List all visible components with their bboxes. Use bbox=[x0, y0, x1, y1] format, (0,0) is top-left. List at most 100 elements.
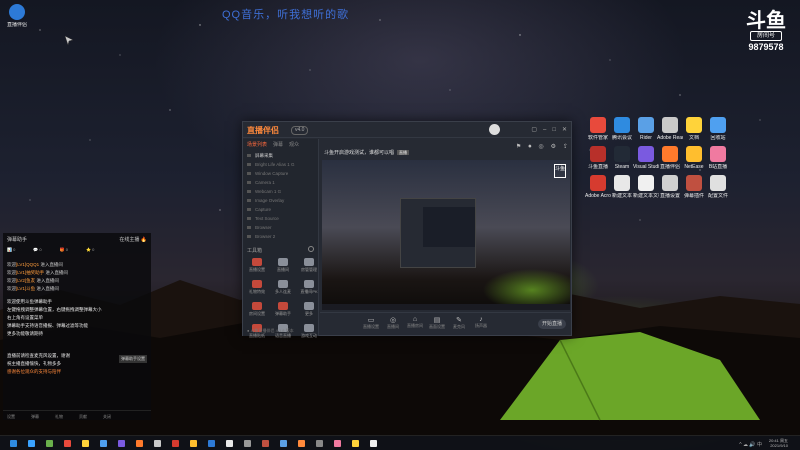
toolbox-settings-icon[interactable] bbox=[308, 246, 314, 252]
scene-item[interactable]: Browser 2 bbox=[243, 232, 318, 241]
eye-icon[interactable] bbox=[247, 226, 251, 229]
chat-username[interactable]: [LV2]鱼友 bbox=[16, 278, 35, 283]
desktop-icon[interactable]: 软件管家 bbox=[585, 117, 611, 141]
taskbar-app-icon[interactable] bbox=[244, 440, 251, 447]
eye-icon[interactable] bbox=[247, 208, 251, 211]
chat-username[interactable]: [LV1]斗鱼 bbox=[16, 286, 35, 291]
taskbar-app-icon[interactable] bbox=[82, 440, 89, 447]
desktop-icon[interactable]: Rider bbox=[633, 117, 659, 141]
scene-item[interactable]: Browser bbox=[243, 223, 318, 232]
desktop-icon[interactable]: 斗鱼直播 bbox=[585, 146, 611, 170]
eye-icon[interactable] bbox=[247, 163, 251, 166]
record-icon[interactable]: ⏺ bbox=[528, 144, 531, 150]
taskbar-app-icon[interactable] bbox=[64, 440, 71, 447]
taskbar-app-icon[interactable] bbox=[334, 440, 341, 447]
tool-button[interactable]: 多人连麦 bbox=[271, 278, 295, 298]
tool-button[interactable]: 弹幕助手 bbox=[271, 300, 295, 320]
system-tray[interactable]: ^ ☁ 🔊 中 bbox=[739, 441, 762, 448]
share-icon[interactable]: ⇪ bbox=[563, 144, 568, 150]
eye-icon[interactable] bbox=[247, 235, 251, 238]
eye-icon[interactable] bbox=[247, 190, 251, 193]
app-titlebar[interactable]: 直播伴侣 v4.0 ▢ – □ ✕ bbox=[243, 122, 571, 138]
desktop-icon[interactable]: 文档 bbox=[681, 117, 707, 141]
scene-item[interactable]: Image Overlay bbox=[243, 196, 318, 205]
taskbar-app-icon[interactable] bbox=[118, 440, 125, 447]
eye-icon[interactable] bbox=[247, 199, 251, 202]
chat-footer-item[interactable]: 关闭 bbox=[103, 414, 111, 419]
desktop-icon[interactable]: B站直播 bbox=[705, 146, 731, 170]
tool-button[interactable]: 直播间 bbox=[271, 256, 295, 276]
taskbar-app-icon[interactable] bbox=[28, 440, 35, 447]
stream-tag[interactable]: 直播 bbox=[397, 150, 410, 155]
taskbar-app-icon[interactable] bbox=[352, 440, 359, 447]
tab-scenes[interactable]: 场景列表 bbox=[247, 142, 267, 148]
minimize-icon[interactable]: – bbox=[543, 127, 546, 133]
scene-item[interactable]: Window Capture bbox=[243, 169, 318, 178]
taskbar-app-icon[interactable] bbox=[370, 440, 377, 447]
desktop-icon[interactable]: Visual Studio bbox=[633, 146, 659, 170]
chat-settings-tag[interactable]: 弹幕助手设置 bbox=[119, 355, 147, 363]
desktop-icon[interactable]: 弹幕插件 bbox=[681, 175, 707, 199]
tab-viewers[interactable]: 观众 bbox=[289, 142, 299, 148]
tool-button[interactable]: 礼物特效 bbox=[245, 278, 269, 298]
scene-item[interactable]: Capture bbox=[243, 205, 318, 214]
tool-button[interactable]: 直播设置 bbox=[245, 256, 269, 276]
taskbar-clock[interactable]: 20:41 周五 2021/9/10 bbox=[769, 438, 788, 448]
desktop-icon[interactable]: Steam bbox=[609, 146, 635, 170]
control-button[interactable]: ◎ 直播间 bbox=[382, 316, 404, 330]
chat-username[interactable]: [LV1]抽奖助手 bbox=[16, 270, 44, 275]
desktop-icon[interactable]: 新建文本 bbox=[609, 175, 635, 199]
start-menu-icon[interactable] bbox=[10, 440, 17, 447]
eye-icon[interactable] bbox=[247, 181, 251, 184]
taskbar-app-icon[interactable] bbox=[208, 440, 215, 447]
scene-item[interactable]: Text Source bbox=[243, 214, 318, 223]
chat-footer-item[interactable]: 礼物 bbox=[55, 414, 63, 419]
taskbar-app-icon[interactable] bbox=[190, 440, 197, 447]
desktop-icon[interactable]: 直播伴侣 bbox=[657, 146, 683, 170]
scene-item[interactable]: Bright Life Alias 1 G bbox=[243, 160, 318, 169]
scene-item[interactable]: Camera 1 bbox=[243, 178, 318, 187]
taskbar-app-icon[interactable] bbox=[298, 440, 305, 447]
chat-footer-item[interactable]: 设置 bbox=[7, 414, 15, 419]
close-icon[interactable]: ✕ bbox=[562, 127, 567, 133]
chat-footer-item[interactable]: 弹幕 bbox=[31, 414, 39, 419]
desktop-icon[interactable]: 配置文件 bbox=[705, 175, 731, 199]
stream-preview[interactable]: 斗鱼 bbox=[322, 160, 570, 310]
desktop-icon[interactable]: 直播设置 bbox=[657, 175, 683, 199]
desktop-icon[interactable]: Adobe Acrobat bbox=[585, 175, 611, 199]
tool-button[interactable]: 直播间PK bbox=[297, 278, 321, 298]
chat-footer-item[interactable]: 贡献 bbox=[79, 414, 87, 419]
taskbar-app-icon[interactable] bbox=[280, 440, 287, 447]
desktop-icon[interactable]: 回收站 bbox=[705, 117, 731, 141]
desktop-icon[interactable]: NetEase bbox=[681, 146, 707, 170]
tool-button[interactable]: 房间设置 bbox=[245, 300, 269, 320]
control-button[interactable]: ⌂ 直播房间 bbox=[404, 316, 426, 329]
chat-header[interactable]: 弹幕助手 在线主播 🔥 bbox=[3, 233, 151, 245]
tool-button[interactable]: 游戏互动 bbox=[297, 322, 321, 342]
gear-icon[interactable]: ⚙ bbox=[551, 144, 556, 150]
scene-item[interactable]: Webcam 1 G bbox=[243, 187, 318, 196]
desktop-icon-live-companion[interactable]: 直播伴侣 bbox=[4, 4, 30, 28]
taskbar-app-icon[interactable] bbox=[46, 440, 53, 447]
start-stream-button[interactable]: 开始直播 bbox=[538, 319, 566, 329]
scene-item[interactable]: 屏幕采集 bbox=[243, 151, 318, 160]
eye-icon[interactable] bbox=[247, 172, 251, 175]
user-avatar[interactable] bbox=[489, 124, 500, 135]
control-button[interactable]: ♪ 扬声器 bbox=[470, 316, 492, 329]
taskbar-app-icon[interactable] bbox=[226, 440, 233, 447]
eye-icon[interactable] bbox=[247, 217, 251, 220]
taskbar-app-icon[interactable] bbox=[100, 440, 107, 447]
tool-button[interactable]: 房管管理 bbox=[297, 256, 321, 276]
taskbar-app-icon[interactable] bbox=[172, 440, 179, 447]
desktop-icon[interactable]: 新建文本文档 bbox=[633, 175, 659, 199]
stream-title[interactable]: 斗鱼开启游戏测试，谁都可以唱 bbox=[324, 150, 394, 156]
eye-icon[interactable] bbox=[247, 154, 251, 157]
taskbar-app-icon[interactable] bbox=[262, 440, 269, 447]
control-button[interactable]: ✎ 麦克风 bbox=[448, 316, 470, 330]
desktop-icon[interactable]: 腾讯会议 bbox=[609, 117, 635, 141]
control-button[interactable]: ▭ 直播设置 bbox=[360, 316, 382, 330]
taskbar-app-icon[interactable] bbox=[154, 440, 161, 447]
target-icon[interactable]: ◎ bbox=[538, 144, 543, 150]
window-mode-icon[interactable]: ▢ bbox=[531, 127, 537, 133]
flag-icon[interactable]: ⚑ bbox=[516, 144, 521, 150]
